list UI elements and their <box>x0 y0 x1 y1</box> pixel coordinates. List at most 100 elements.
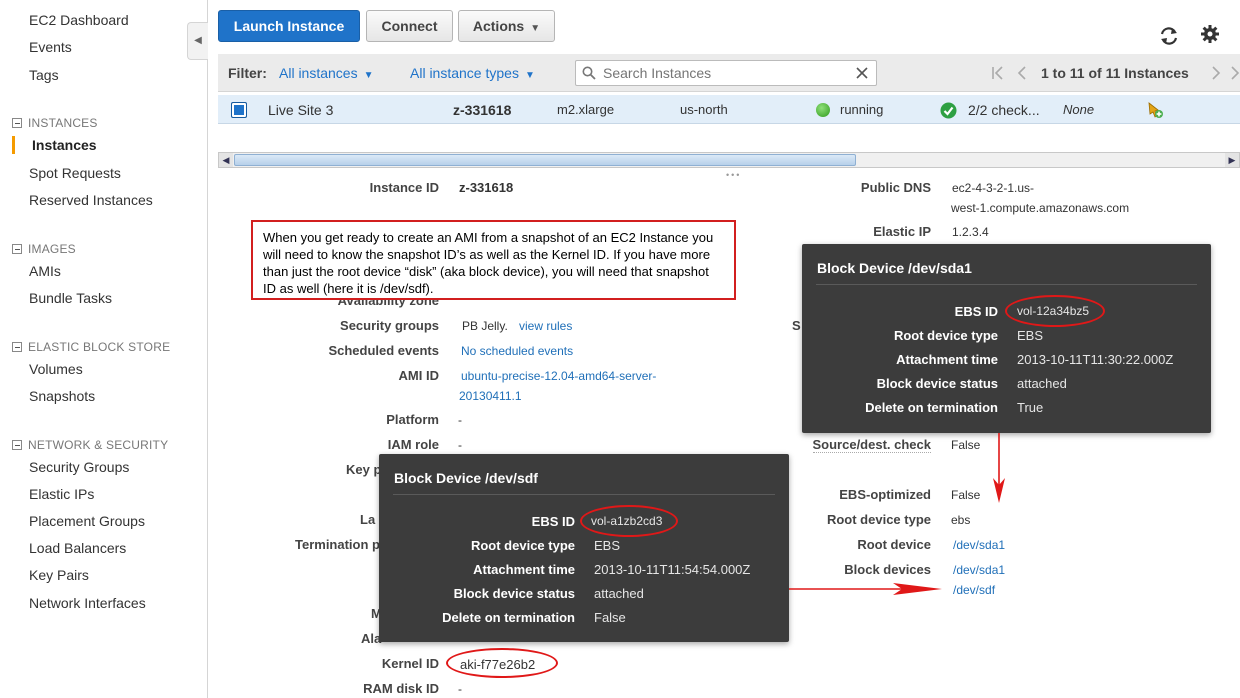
label-public-dns: Public DNS <box>860 180 931 195</box>
popup-label-ebs-id: EBS ID <box>531 514 575 529</box>
value-ami-id-line2[interactable]: 20130411.1 <box>459 389 522 403</box>
popup-label-ebs-id: EBS ID <box>954 304 998 319</box>
sidebar-item-ec2-dashboard[interactable]: EC2 Dashboard <box>29 12 129 28</box>
filter-bar: Filter: All instances ▼ All instance type… <box>218 54 1240 92</box>
launch-instance-button[interactable]: Launch Instance <box>218 10 360 42</box>
collapse-icon <box>12 118 22 128</box>
table-row[interactable]: Live Site 3 z-331618 m2.xlarge us-north … <box>218 95 1240 124</box>
popup-label-root-device-type: Root device type <box>893 328 998 343</box>
collapse-icon <box>12 244 22 254</box>
value-scheduled-events[interactable]: No scheduled events <box>461 344 573 358</box>
popup-label-attachment-time: Attachment time <box>896 352 998 367</box>
block-device-sdf-link[interactable]: /dev/sdf <box>953 583 995 597</box>
kernel-id-highlight <box>446 648 558 678</box>
pagination-summary: 1 to 11 of 11 Instances <box>1041 65 1189 81</box>
resize-handle-icon[interactable]: ••• <box>726 170 741 180</box>
label-ami-id: AMI ID <box>398 368 439 383</box>
label-elastic-ip: Elastic IP <box>873 224 931 239</box>
check-passed-icon <box>940 102 957 119</box>
view-rules-link[interactable]: view rules <box>519 319 572 333</box>
sidebar-item-volumes[interactable]: Volumes <box>29 361 83 377</box>
value-security-groups: PB Jelly. <box>462 319 508 333</box>
chevron-down-icon: ▼ <box>524 70 535 81</box>
label-source-dest-check: Source/dest. check <box>812 437 931 453</box>
previous-page-icon[interactable] <box>1016 66 1028 80</box>
connect-button[interactable]: Connect <box>366 10 453 42</box>
value-source-dest-check: False <box>951 438 981 452</box>
popup-value-attachment-time: 2013-10-11T11:30:22.000Z <box>1017 352 1174 367</box>
sidebar-section-images[interactable]: IMAGES <box>12 242 76 256</box>
collapse-icon <box>12 440 22 450</box>
sidebar-item-events[interactable]: Events <box>29 39 72 55</box>
popup-label-attachment-time: Attachment time <box>473 562 575 577</box>
sidebar-item-snapshots[interactable]: Snapshots <box>29 388 95 404</box>
annotation-callout: When you get ready to create an AMI from… <box>251 220 736 300</box>
sidebar-section-network-security[interactable]: NETWORK & SECURITY <box>12 438 168 452</box>
popup-value-block-device-status: attached <box>1017 376 1067 391</box>
sidebar-item-load-balancers[interactable]: Load Balancers <box>29 540 126 556</box>
block-device-sda1-link[interactable]: /dev/sda1 <box>953 563 1005 577</box>
sidebar-item-placement-groups[interactable]: Placement Groups <box>29 513 145 529</box>
sidebar-section-ebs[interactable]: ELASTIC BLOCK STORE <box>12 340 170 354</box>
instances-filter-dropdown[interactable]: All instances ▼ <box>279 65 374 81</box>
block-device-sda1-popup: Block Device /dev/sda1 EBS ID vol-12a34b… <box>802 244 1211 433</box>
clear-search-icon[interactable] <box>856 67 868 79</box>
search-input[interactable] <box>601 63 851 83</box>
next-page-icon[interactable] <box>1210 66 1222 80</box>
actions-button[interactable]: Actions ▼ <box>458 10 555 42</box>
popup-value-root-device-type: EBS <box>594 538 621 553</box>
popup-value-block-device-status: attached <box>594 586 644 601</box>
popup-value-root-device-type: EBS <box>1017 328 1044 343</box>
popup-divider <box>393 494 775 495</box>
horizontal-scrollbar[interactable]: ◀ ▶ <box>218 152 1240 168</box>
sidebar-item-network-interfaces[interactable]: Network Interfaces <box>29 595 146 611</box>
value-ami-id-line1[interactable]: ubuntu-precise-12.04-amd64-server- <box>461 369 656 383</box>
sidebar-item-key-pairs[interactable]: Key Pairs <box>29 567 89 583</box>
scroll-right-icon[interactable]: ▶ <box>1225 153 1239 167</box>
create-alarm-icon[interactable] <box>1146 101 1164 119</box>
sidebar-item-spot-requests[interactable]: Spot Requests <box>29 165 121 181</box>
label-iam-role: IAM role <box>387 437 439 452</box>
label-ramdisk-id: RAM disk ID <box>363 681 439 696</box>
sidebar-item-security-groups[interactable]: Security Groups <box>29 459 129 475</box>
popup-title: Block Device /dev/sdf <box>394 470 538 486</box>
popup-label-root-device-type: Root device type <box>470 538 575 553</box>
label-platform: Platform <box>386 412 439 427</box>
sidebar: EC2 Dashboard Events Tags INSTANCES Inst… <box>0 0 208 698</box>
row-checkbox[interactable] <box>231 102 247 118</box>
label-s-partial: S <box>792 318 801 333</box>
chevron-left-icon: ◀ <box>194 35 202 46</box>
value-iam-role: - <box>458 438 462 452</box>
refresh-icon[interactable] <box>1158 25 1180 47</box>
instance-type: m2.xlarge <box>557 102 615 117</box>
popup-label-delete-on-termination: Delete on termination <box>865 400 998 415</box>
label-scheduled-events: Scheduled events <box>328 343 439 358</box>
scrollbar-thumb[interactable] <box>234 154 856 166</box>
first-page-icon[interactable] <box>991 66 1005 80</box>
sidebar-section-instances[interactable]: INSTANCES <box>12 116 98 130</box>
alarm-status: None <box>1063 102 1095 117</box>
value-public-dns-line1: ec2-4-3-2-1.us- <box>952 181 1035 195</box>
sidebar-item-amis[interactable]: AMIs <box>29 263 61 279</box>
sidebar-item-bundle-tasks[interactable]: Bundle Tasks <box>29 290 112 306</box>
last-page-icon[interactable] <box>1230 66 1240 80</box>
popup-divider <box>816 284 1197 285</box>
search-box <box>575 60 877 86</box>
collapse-sidebar-button[interactable]: ◀ <box>187 22 208 60</box>
ebs-id-highlight <box>580 505 678 537</box>
sidebar-item-elastic-ips[interactable]: Elastic IPs <box>29 486 94 502</box>
sidebar-item-tags[interactable]: Tags <box>29 67 59 83</box>
popup-value-delete-on-termination: False <box>594 610 626 625</box>
gear-icon[interactable] <box>1200 24 1220 44</box>
availability-zone: us-north <box>680 102 728 117</box>
instance-types-filter-dropdown[interactable]: All instance types ▼ <box>410 65 535 81</box>
scroll-left-icon[interactable]: ◀ <box>219 153 233 167</box>
value-ramdisk-id: - <box>458 682 462 696</box>
block-device-sdf-popup: Block Device /dev/sdf EBS ID vol-a1zb2cd… <box>379 454 789 642</box>
sidebar-item-instances[interactable]: Instances <box>32 137 97 153</box>
value-root-device-type: ebs <box>951 513 971 527</box>
sidebar-item-reserved-instances[interactable]: Reserved Instances <box>29 192 153 208</box>
instance-id: z-331618 <box>453 102 512 118</box>
collapse-icon <box>12 342 22 352</box>
value-root-device[interactable]: /dev/sda1 <box>953 538 1005 552</box>
